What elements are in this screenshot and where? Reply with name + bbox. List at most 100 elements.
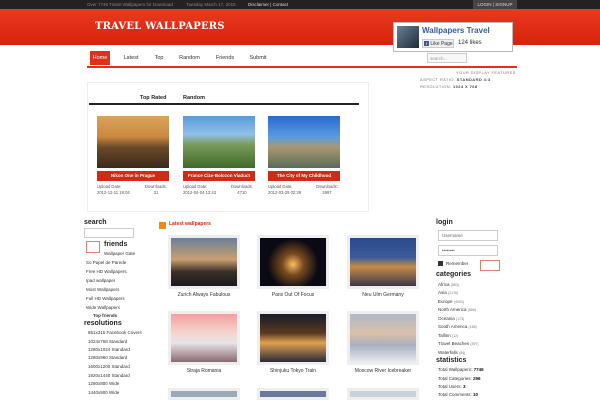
category-link[interactable]: Travel Beaches (397)	[438, 341, 479, 346]
stat-value: 296	[473, 376, 481, 381]
category-link[interactable]: Asia (2176)	[438, 290, 458, 295]
resolution-link[interactable]: 1920x1440 Standard	[88, 373, 130, 378]
friend-link[interactable]: Free HD Wallpapers	[86, 269, 127, 274]
friend-link[interactable]: Wallpaper Gate	[104, 251, 135, 256]
sidebar-search-input[interactable]	[84, 228, 134, 238]
wallpaper-image[interactable]	[260, 314, 326, 362]
site-logo[interactable]: TRAVEL WALLPAPERS	[95, 21, 225, 32]
resolution-link[interactable]: 1280x800 Wide	[88, 381, 119, 386]
tab-random[interactable]: Random	[183, 95, 205, 101]
wallpaper-thumb[interactable]	[347, 388, 419, 400]
wallpaper-thumb[interactable]: Paris Out Of Focus	[257, 235, 329, 298]
wallpaper-image[interactable]	[171, 314, 237, 362]
nav-latest[interactable]: Latest	[121, 51, 141, 65]
top-bar: Over 7746 Travel Wallpapers for Download…	[0, 0, 600, 9]
wallpaper-image[interactable]	[350, 391, 416, 397]
friend-link[interactable]: Full HD Wallpapers	[86, 296, 125, 301]
facebook-page-name[interactable]: Wallpapers Travel	[422, 26, 490, 35]
wallpaper-thumb[interactable]	[257, 388, 329, 400]
wallpaper-image[interactable]	[260, 391, 326, 397]
top-links[interactable]: Disclaimer | Contact	[248, 2, 288, 7]
category-name: South America	[438, 324, 468, 329]
category-name: Waterfalls	[438, 350, 458, 355]
featured-item[interactable]: France Cize-Bolozon Viaduct Upload Date:…	[183, 116, 255, 195]
wallpaper-title[interactable]: Paris Out Of Focus	[257, 292, 329, 298]
downloads: Downloads: 4710	[231, 184, 253, 195]
wallpaper-title[interactable]: Neu Ulm Germany	[347, 292, 419, 298]
stat-label: Total Wallpapers:	[438, 367, 473, 372]
category-link[interactable]: North America (656)	[438, 307, 476, 312]
wallpaper-title[interactable]: Straja Romania	[168, 368, 240, 374]
resolution-link[interactable]: 1440x900 Wide	[88, 390, 119, 395]
featured-image[interactable]	[183, 116, 255, 168]
stat-label: Total Categories:	[438, 376, 472, 381]
category-count: (397)	[470, 342, 479, 346]
featured-title[interactable]: Nikon One in Prague	[97, 171, 169, 181]
wallpaper-thumb[interactable]	[168, 388, 240, 400]
wallpaper-image[interactable]	[260, 238, 326, 286]
featured-title[interactable]: The City of My Childhood	[268, 171, 340, 181]
like-label: Like Page	[430, 41, 453, 47]
featured-title[interactable]: France Cize-Bolozon Viaduct	[183, 171, 255, 181]
category-name: Tallinn	[438, 333, 451, 338]
password-field[interactable]: ••••••••	[438, 245, 498, 256]
nav-top[interactable]: Top	[149, 51, 169, 65]
search-input[interactable]: search...	[427, 53, 467, 63]
friends-badge	[86, 241, 100, 253]
downloads-value: 31	[153, 189, 159, 195]
wallpaper-title[interactable]: Zurich Always Fabulous	[168, 292, 240, 298]
wallpaper-image[interactable]	[350, 238, 416, 286]
stat-label: Total Comments:	[438, 392, 472, 397]
category-link[interactable]: South America (158)	[438, 324, 477, 329]
wallpaper-thumb[interactable]: Neu Ulm Germany	[347, 235, 419, 298]
resolution-link[interactable]: 1280x1024 Standard	[88, 347, 130, 352]
featured-image[interactable]	[97, 116, 169, 168]
category-link[interactable]: Oceania (173)	[438, 316, 464, 321]
featured-item[interactable]: Nikon One in Prague Upload Date: 2012-12-…	[97, 116, 169, 195]
aspect-value: STANDARD 4:3	[456, 77, 491, 82]
category-link[interactable]: Waterfalls (84)	[438, 350, 465, 355]
wallpaper-title[interactable]: Shinjuku Tokyo Train	[257, 368, 329, 374]
wallpaper-thumb[interactable]: Shinjuku Tokyo Train	[257, 311, 329, 374]
tab-top-rated[interactable]: Top Rated	[140, 95, 166, 101]
category-link[interactable]: Europe (4003)	[438, 299, 464, 304]
category-name: North America	[438, 307, 467, 312]
wallpaper-thumb[interactable]: Zurich Always Fabulous	[168, 235, 240, 298]
resolution-link[interactable]: 1024x768 Standard	[88, 339, 127, 344]
display-heading: YOUR DISPLAY FEATURES	[456, 70, 516, 75]
wallpaper-thumb[interactable]: Straja Romania	[168, 311, 240, 374]
stat-row: Total Comments: 10	[438, 392, 478, 397]
login-signup-button[interactable]: LOGIN | SIGNUP	[473, 0, 517, 9]
featured-item[interactable]: The City of My Childhood Upload Date: 201…	[268, 116, 340, 195]
friend-link[interactable]: Most Wallpapers	[86, 287, 119, 292]
wallpaper-title[interactable]: Moscow River Icebreaker	[347, 368, 419, 374]
wallpaper-image[interactable]	[350, 314, 416, 362]
friend-link[interactable]: Ipad wallpaper	[86, 278, 115, 283]
nav-friends[interactable]: Friends	[213, 51, 237, 65]
login-submit-button[interactable]	[480, 260, 500, 271]
category-link[interactable]: Tallinn (12)	[438, 333, 458, 338]
nav-home[interactable]: Home	[90, 51, 110, 65]
resolution-link[interactable]: 1280x960 Standard	[88, 355, 127, 360]
nav-random[interactable]: Random	[177, 51, 202, 65]
wallpaper-thumb[interactable]: Moscow River Icebreaker	[347, 311, 419, 374]
nav-submit[interactable]: Submit	[247, 51, 269, 65]
category-link[interactable]: Africa (563)	[438, 282, 459, 287]
category-count: (173)	[456, 317, 465, 321]
wallpaper-image[interactable]	[171, 238, 237, 286]
resolution-link[interactable]: 851x315 Facebook Covers	[88, 330, 142, 335]
facebook-page-thumbnail[interactable]	[397, 26, 419, 48]
stat-value: 7746	[473, 367, 484, 372]
featured-image[interactable]	[268, 116, 340, 168]
facebook-like-button[interactable]: f Like Page	[422, 39, 454, 48]
stat-label: Total Users:	[438, 384, 462, 389]
wallpaper-image[interactable]	[171, 391, 237, 397]
username-field[interactable]: Username	[438, 230, 498, 241]
statistics-heading: statistics	[436, 357, 467, 364]
friend-link[interactable]: Wide Wallpapers	[86, 305, 120, 310]
friend-link[interactable]: So Papel de Parede	[86, 260, 126, 265]
resolution-link[interactable]: 1600x1200 Standard	[88, 364, 130, 369]
top-friends-link[interactable]: Top friends	[93, 313, 117, 318]
stat-row: Total Users: 3	[438, 384, 466, 389]
remember-checkbox[interactable]	[438, 261, 443, 266]
